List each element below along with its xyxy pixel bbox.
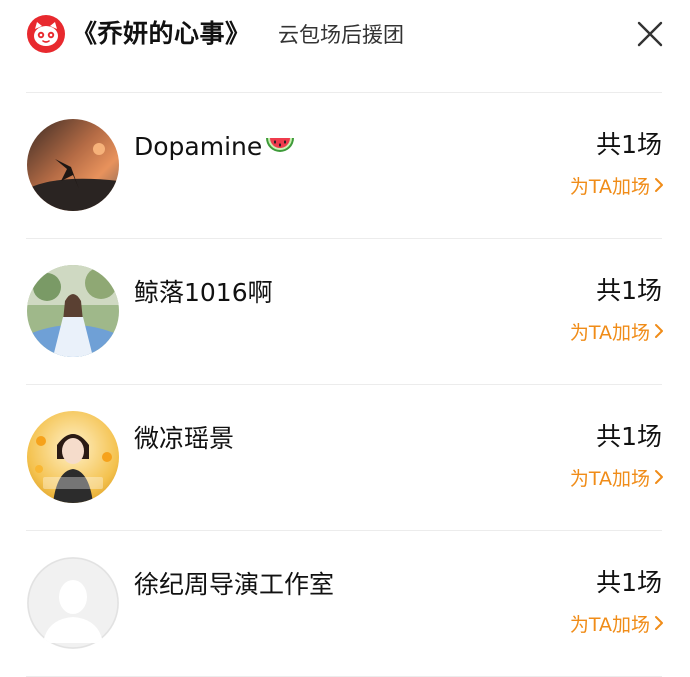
add-session-link[interactable]: 为TA加场 [570, 612, 664, 638]
page-subtitle: 云包场后援团 [278, 23, 404, 47]
default-avatar-icon[interactable] [27, 557, 119, 649]
maoyan-cat-logo-icon [26, 14, 66, 54]
page-title: 《乔妍的心事》 [72, 19, 251, 48]
session-count: 共1场 [596, 130, 662, 159]
supporter-name: 鲸落1016啊 [134, 278, 273, 307]
close-button[interactable] [632, 16, 668, 52]
supporter-name: 微凉瑶景 [134, 424, 235, 453]
supporter-name: Dopamine [134, 130, 296, 164]
session-count: 共1场 [596, 422, 662, 451]
chevron-right-icon [654, 320, 664, 346]
avatar[interactable] [27, 411, 119, 503]
supporter-row[interactable]: 徐纪周导演工作室 共1场 为TA加场 [0, 530, 690, 676]
watermelon-icon [264, 133, 296, 157]
close-icon [637, 21, 663, 47]
chevron-right-icon [654, 174, 664, 200]
chevron-right-icon [654, 612, 664, 638]
supporter-row[interactable]: Dopamine 共1场 为TA加场 [0, 92, 690, 238]
add-session-link[interactable]: 为TA加场 [570, 466, 664, 492]
supporter-row[interactable]: 微凉瑶景 共1场 为TA加场 [0, 384, 690, 530]
supporter-name: 徐纪周导演工作室 [134, 570, 335, 599]
supporter-row[interactable]: 鲸落1016啊 共1场 为TA加场 [0, 238, 690, 384]
add-session-link[interactable]: 为TA加场 [570, 174, 664, 200]
header-bar: 《乔妍的心事》 云包场后援团 [0, 0, 690, 80]
avatar[interactable] [27, 265, 119, 357]
session-count: 共1场 [596, 276, 662, 305]
avatar[interactable] [27, 119, 119, 211]
add-session-link[interactable]: 为TA加场 [570, 320, 664, 346]
chevron-right-icon [654, 466, 664, 492]
session-count: 共1场 [596, 568, 662, 597]
